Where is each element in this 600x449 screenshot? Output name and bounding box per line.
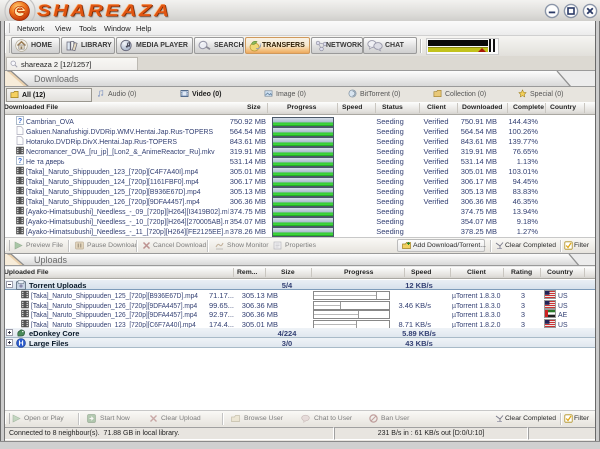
svg-text:H: H bbox=[18, 341, 23, 348]
svg-text:?: ? bbox=[18, 118, 22, 125]
svg-text:?: ? bbox=[18, 158, 22, 165]
